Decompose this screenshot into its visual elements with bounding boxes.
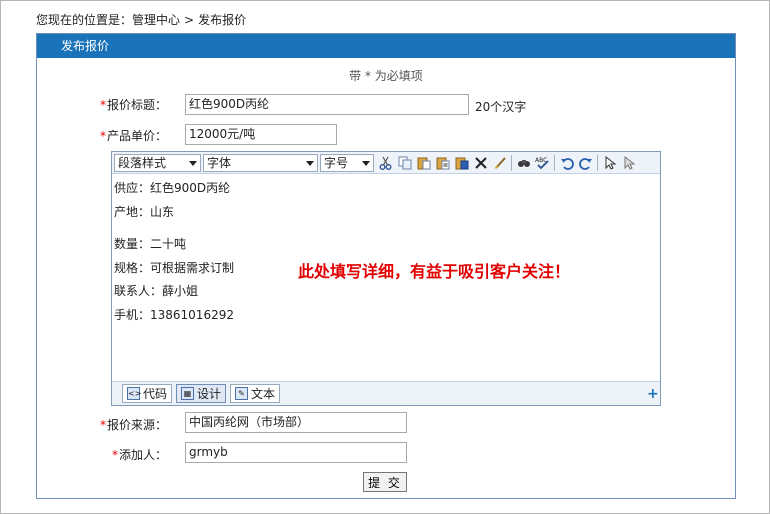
adder-label: *添加人： — [37, 446, 167, 463]
toolbar-divider — [554, 154, 555, 171]
font-size-select[interactable]: 字号 — [320, 153, 374, 172]
editor-mode-bar: <> 代码 ▦ 设计 ✎ 文本 + — [112, 381, 660, 405]
rich-text-editor: 段落样式 字体 字号 ABC 供应：红色900D丙纶 产地：山东 数量：二十吨 … — [111, 151, 661, 406]
title-input[interactable]: 红色900D丙纶 — [185, 94, 469, 115]
adder-input[interactable]: grmyb — [185, 442, 407, 463]
text-icon: ✎ — [235, 387, 249, 400]
price-input[interactable]: 12000元/吨 — [185, 124, 337, 145]
breadcrumb-home[interactable]: 管理中心 — [132, 13, 180, 27]
chevron-down-icon — [306, 160, 314, 166]
panel-title: 发布报价 — [37, 34, 735, 58]
expand-icon[interactable]: + — [647, 387, 659, 401]
code-mode-label: 代码 — [143, 387, 168, 401]
text-mode-button[interactable]: ✎ 文本 — [230, 384, 281, 403]
content-line: 规格：可根据需求订制 — [114, 261, 235, 275]
content-line: 联系人：薛小姐 — [114, 284, 199, 298]
editor-toolbar: 段落样式 字体 字号 ABC — [112, 152, 660, 174]
title-label: *报价标题： — [37, 96, 167, 113]
source-input[interactable]: 中国丙纶网（市场部） — [185, 412, 407, 433]
undo-icon[interactable] — [558, 154, 575, 172]
design-mode-button[interactable]: ▦ 设计 — [176, 384, 227, 403]
required-star: * — [99, 98, 106, 112]
chevron-down-icon — [362, 160, 370, 166]
redo-icon[interactable] — [577, 154, 594, 172]
cut-icon[interactable] — [377, 154, 394, 172]
breadcrumb-prefix: 您现在的位置是： — [36, 13, 133, 27]
code-icon: <> — [127, 387, 142, 400]
toolbar-divider — [597, 154, 598, 171]
design-mode-label: 设计 — [197, 387, 222, 401]
content-line: 手机：13861016292 — [114, 308, 234, 322]
font-value: 字体 — [207, 156, 232, 170]
delete-icon[interactable] — [472, 154, 489, 172]
spellcheck-icon[interactable]: ABC — [534, 154, 551, 172]
adder-label-text: 添加人： — [118, 448, 167, 462]
breadcrumb-separator: > — [184, 13, 195, 27]
breadcrumb: 您现在的位置是：管理中心 > 发布报价 — [36, 11, 246, 28]
copy-icon[interactable] — [396, 154, 413, 172]
content-line: 数量：二十吨 — [114, 237, 187, 251]
source-label-text: 报价来源： — [106, 418, 167, 432]
paragraph-style-select[interactable]: 段落样式 — [114, 153, 201, 172]
paste-text-icon[interactable] — [434, 154, 451, 172]
breadcrumb-current: 发布报价 — [198, 13, 247, 27]
text-mode-label: 文本 — [251, 387, 276, 401]
paragraph-style-value: 段落样式 — [118, 156, 167, 170]
source-label: *报价来源： — [37, 416, 167, 433]
required-note: 带 * 为必填项 — [349, 69, 423, 83]
clear-format-icon[interactable] — [491, 154, 508, 172]
chevron-down-icon — [189, 160, 197, 166]
code-mode-button[interactable]: <> 代码 — [122, 384, 173, 403]
title-label-text: 报价标题： — [106, 98, 167, 112]
content-line: 供应：红色900D丙纶 — [114, 181, 231, 195]
required-star: * — [99, 129, 106, 143]
paste-icon[interactable] — [415, 154, 432, 172]
required-star: * — [99, 418, 106, 432]
paste-word-icon[interactable] — [453, 154, 470, 172]
select-all-icon[interactable] — [601, 154, 618, 172]
title-hint: 20个汉字 — [475, 100, 527, 114]
content-line: 产地：山东 — [114, 205, 175, 219]
price-label-text: 产品单价： — [106, 129, 167, 143]
toolbar-divider — [511, 154, 512, 171]
design-icon: ▦ — [181, 387, 195, 400]
font-size-value: 字号 — [324, 156, 349, 170]
required-star: * — [111, 448, 118, 462]
editor-content[interactable]: 供应：红色900D丙纶 产地：山东 数量：二十吨 规格：可根据需求订制 联系人：… — [112, 175, 660, 381]
submit-button[interactable]: 提 交 — [363, 472, 407, 492]
promo-text: 此处填写详细，有益于吸引客户关注！ — [298, 262, 571, 281]
price-label: *产品单价： — [37, 127, 167, 144]
publish-quote-panel: 发布报价 带 * 为必填项 *报价标题： 红色900D丙纶 20个汉字 *产品单… — [36, 33, 736, 499]
pointer-icon[interactable] — [620, 154, 637, 172]
font-select[interactable]: 字体 — [203, 153, 318, 172]
find-icon[interactable] — [515, 154, 532, 172]
